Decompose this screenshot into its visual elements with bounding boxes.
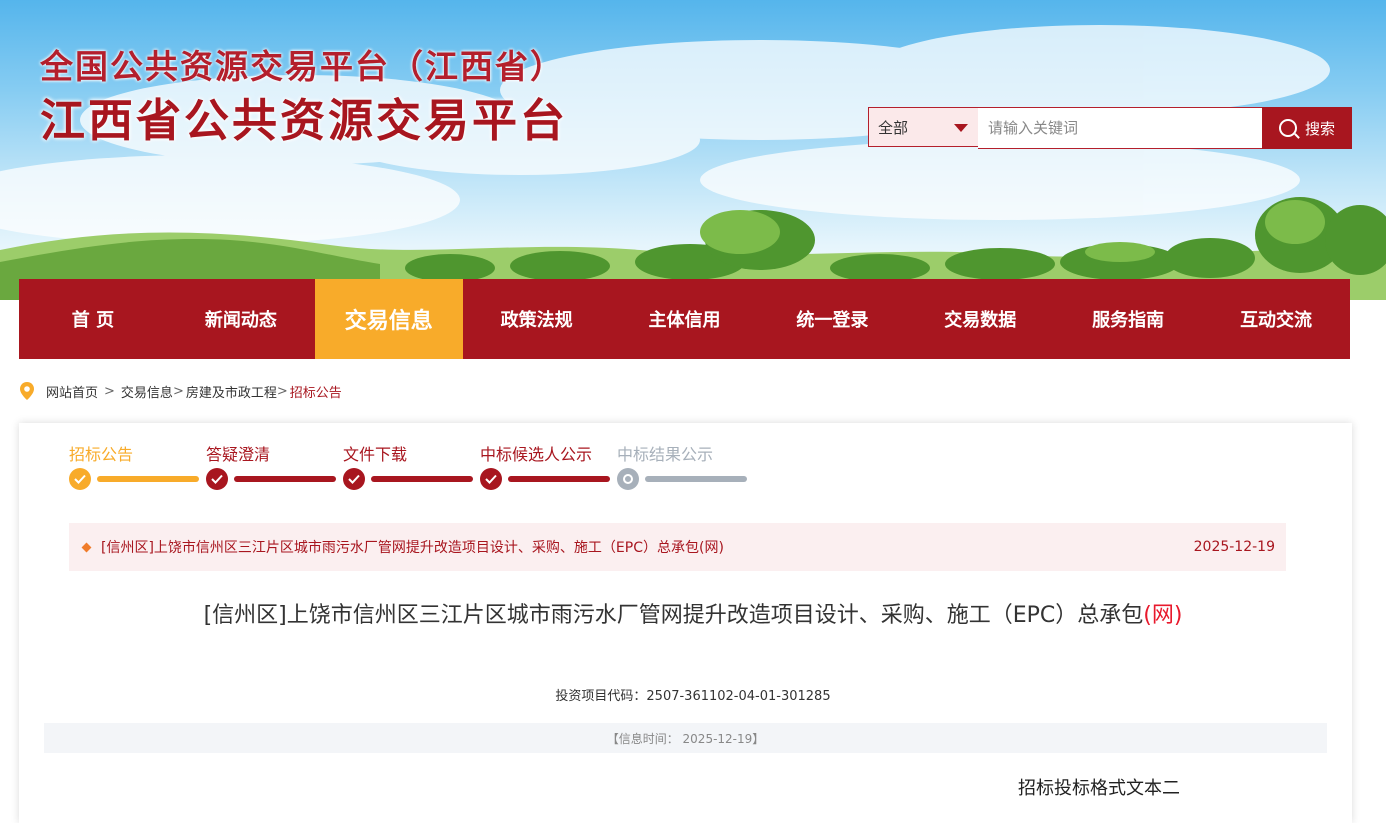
step-progress-bar bbox=[97, 476, 199, 482]
breadcrumb-trade-info[interactable]: 交易信息 bbox=[121, 382, 173, 401]
main-nav: 首 页 新闻动态 交易信息 政策法规 主体信用 统一登录 交易数据 服务指南 互… bbox=[19, 279, 1350, 359]
search-scope-select[interactable]: 全部 bbox=[868, 107, 978, 147]
site-title-provincial: 江西省公共资源交易平台 bbox=[40, 94, 569, 147]
nav-item-trade-info[interactable]: 交易信息 bbox=[314, 279, 463, 359]
check-icon bbox=[343, 468, 365, 490]
location-pin-icon bbox=[20, 382, 34, 400]
step-progress-bar bbox=[371, 476, 473, 482]
step-label-clarification[interactable]: 答疑澄清 bbox=[206, 441, 270, 465]
progress-steps: 招标公告 答疑澄清 文件下载 中标候选人公示 中标结果公示 bbox=[69, 441, 769, 501]
article-title: [信州区]上饶市信州区三江片区城市雨污水厂管网提升改造项目设计、采购、施工（EP… bbox=[180, 600, 1206, 632]
notice-title-link[interactable]: [信州区]上饶市信州区三江片区城市雨污水厂管网提升改造项目设计、采购、施工（EP… bbox=[101, 537, 724, 557]
info-time: 【信息时间： 2025-12-19】 bbox=[606, 731, 765, 746]
header-banner: 全国公共资源交易平台（江西省） 江西省公共资源交易平台 全部 搜索 bbox=[0, 0, 1386, 300]
nav-item-credit[interactable]: 主体信用 bbox=[611, 279, 759, 359]
nav-item-news[interactable]: 新闻动态 bbox=[167, 279, 315, 359]
notice-date: 2025-12-19 bbox=[1193, 539, 1275, 555]
search-scope-value: 全部 bbox=[878, 118, 909, 137]
project-code: 投资项目代码：2507-361102-04-01-301285 bbox=[555, 689, 831, 704]
search-button[interactable]: 搜索 bbox=[1262, 107, 1352, 149]
step-label-candidate-publicity[interactable]: 中标候选人公示 bbox=[480, 441, 592, 465]
breadcrumb-current: 招标公告 bbox=[289, 385, 342, 401]
search-button-label: 搜索 bbox=[1304, 119, 1335, 138]
chevron-right-icon: > bbox=[276, 383, 288, 399]
step-label-file-download[interactable]: 文件下载 bbox=[343, 441, 407, 465]
article-title-main: [信州区]上饶市信州区三江片区城市雨污水厂管网提升改造项目设计、采购、施工（EP… bbox=[203, 603, 1144, 628]
nav-item-trade-data[interactable]: 交易数据 bbox=[906, 279, 1054, 359]
check-icon bbox=[69, 468, 91, 490]
article-title-tag: (网) bbox=[1143, 603, 1183, 628]
caret-down-icon bbox=[954, 124, 968, 132]
check-icon bbox=[206, 468, 228, 490]
breadcrumb-home[interactable]: 网站首页 bbox=[46, 382, 98, 401]
nav-item-guide[interactable]: 服务指南 bbox=[1054, 279, 1202, 359]
search-bar: 全部 搜索 bbox=[868, 107, 1352, 149]
nav-item-home[interactable]: 首 页 bbox=[19, 279, 167, 359]
step-label-bid-notice[interactable]: 招标公告 bbox=[69, 441, 133, 465]
nav-item-interaction[interactable]: 互动交流 bbox=[1202, 279, 1350, 359]
nav-item-policy[interactable]: 政策法规 bbox=[463, 279, 611, 359]
step-progress-bar bbox=[645, 476, 747, 482]
step-progress-bar bbox=[508, 476, 610, 482]
chevron-right-icon: > bbox=[172, 383, 184, 399]
pending-circle-icon bbox=[617, 468, 639, 490]
search-input[interactable] bbox=[978, 107, 1262, 149]
step-progress-bar bbox=[234, 476, 336, 482]
info-time-bar: 【信息时间： 2025-12-19】 bbox=[44, 723, 1327, 753]
search-icon bbox=[1278, 119, 1297, 137]
breadcrumb-category[interactable]: 房建及市政工程 bbox=[186, 382, 277, 401]
notice-row: [信州区]上饶市信州区三江片区城市雨污水厂管网提升改造项目设计、采购、施工（EP… bbox=[69, 523, 1286, 571]
document-subtitle: 招标投标格式文本二 bbox=[1018, 778, 1180, 799]
check-icon bbox=[480, 468, 502, 490]
diamond-bullet-icon bbox=[81, 542, 92, 552]
step-label-result-publicity[interactable]: 中标结果公示 bbox=[617, 441, 713, 465]
site-title-national: 全国公共资源交易平台（江西省） bbox=[40, 47, 565, 86]
breadcrumb: 网站首页 > 交易信息 > 房建及市政工程 > 招标公告 bbox=[20, 381, 342, 401]
nav-item-login[interactable]: 统一登录 bbox=[758, 279, 906, 359]
chevron-right-icon: > bbox=[104, 383, 115, 399]
